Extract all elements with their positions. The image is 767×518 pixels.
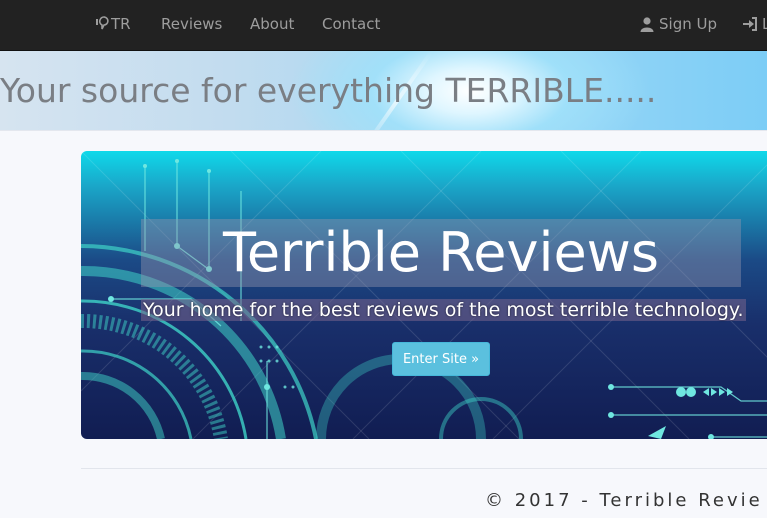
enter-site-button[interactable]: Enter Site » — [392, 342, 490, 376]
footer-divider — [81, 468, 767, 469]
panel-title: Terrible Reviews — [223, 221, 659, 284]
user-icon — [640, 17, 654, 32]
login-label: L — [762, 15, 767, 33]
hero-banner: Your source for everything TERRIBLE..... — [0, 51, 767, 130]
jumbotron-panel: Terrible Reviews Your home for the best … — [81, 151, 767, 439]
nav-contact[interactable]: Contact — [322, 15, 380, 33]
hero-title: Your source for everything TERRIBLE..... — [0, 71, 657, 110]
brand-label: TR — [111, 15, 131, 33]
login-link[interactable]: L — [742, 15, 767, 33]
signup-label: Sign Up — [659, 15, 717, 33]
nav-reviews[interactable]: Reviews — [161, 15, 222, 33]
navbar: TR Reviews About Contact Sign Up L — [0, 0, 767, 51]
divider — [0, 130, 767, 131]
signup-link[interactable]: Sign Up — [639, 15, 717, 33]
panel-subtitle-text: Your home for the best reviews of the mo… — [141, 299, 746, 321]
log-in-icon — [743, 17, 757, 31]
circuit-background-image — [81, 151, 767, 439]
nav-about[interactable]: About — [250, 15, 294, 33]
brand-link[interactable]: TR — [95, 15, 131, 33]
footer-copyright: © 2017 - Terrible Revie — [485, 490, 763, 511]
brand-logo-icon — [96, 16, 109, 30]
panel-subtitle: Your home for the best reviews of the mo… — [141, 298, 746, 322]
